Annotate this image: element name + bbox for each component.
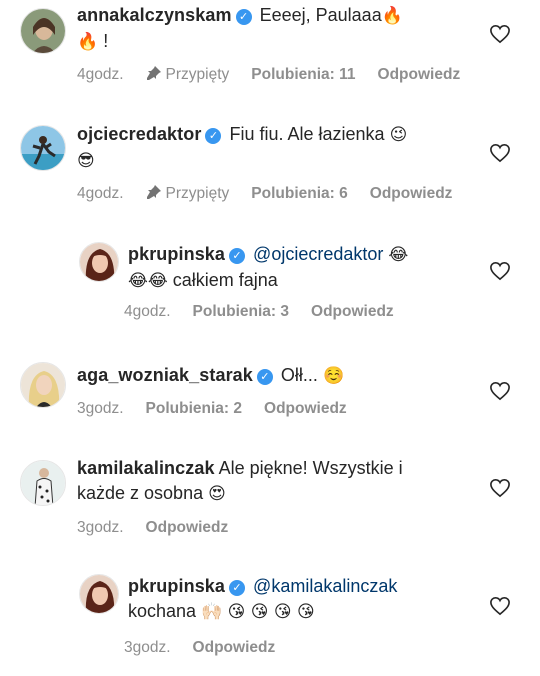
reply-button[interactable]: Odpowiedz [378, 66, 461, 84]
fire-emoji-icon: 🔥 [77, 32, 99, 52]
mention-link[interactable]: @kamilakalinczak [253, 576, 397, 596]
username[interactable]: kamilakalinczak [77, 458, 215, 478]
avatar[interactable] [20, 460, 66, 506]
comment-body: pkrupinska ✓ @kamilakalinczak kochana 🙌🏻 … [128, 574, 397, 625]
heart-icon[interactable] [489, 143, 511, 163]
comment-meta: 3godz. Polubienia: 2 Odpowiedz [77, 400, 369, 418]
comment-text-cont: każde z osobna [77, 483, 204, 503]
avatar[interactable] [20, 362, 66, 408]
comment-text: Ołł... [280, 365, 318, 385]
comment-text: całkiem fajna [172, 270, 278, 290]
verified-badge-icon: ✓ [235, 9, 252, 25]
heart-icon[interactable] [489, 24, 511, 44]
timestamp: 4godz. [77, 66, 124, 83]
comment-meta: 4godz. Przypięty Polubienia: 6 Odpowiedz [77, 184, 474, 203]
smiling-emoji-icon: ☺️ [322, 366, 345, 386]
reply-button[interactable]: Odpowiedz [264, 400, 347, 418]
pin-icon [146, 185, 161, 199]
verified-badge-icon: ✓ [205, 128, 222, 144]
reply-pkrupinska: pkrupinska ✓ @kamilakalinczak kochana 🙌🏻 … [0, 568, 540, 676]
kiss-emoji-icon: 🙌🏻 😘 😘 😘 😘 [201, 602, 315, 622]
heart-icon[interactable] [489, 261, 511, 281]
likes-count[interactable]: Polubienia: 2 [146, 400, 242, 418]
timestamp: 3godz. [124, 639, 171, 656]
username[interactable]: aga_wozniak_starak [77, 365, 253, 385]
sunglasses-emoji-icon: 😎 [77, 151, 95, 171]
comment-body: annakalczynskam ✓ Eeeej, Paulaaa🔥 🔥 ! [77, 3, 403, 55]
laughing-emoji-icon: 😂😂 [128, 271, 168, 291]
comment-text: Eeeej, Paulaaa [259, 5, 382, 25]
heart-icon[interactable] [489, 478, 511, 498]
laughing-emoji-icon: 😂 [388, 245, 409, 265]
comment-text: kochana [128, 601, 197, 621]
username[interactable]: annakalczynskam [77, 5, 232, 25]
heart-icon[interactable] [489, 381, 511, 401]
comment-meta: 3godz. Odpowiedz [124, 639, 297, 657]
verified-badge-icon: ✓ [229, 580, 246, 596]
username[interactable]: ojciecredaktor [77, 124, 201, 144]
comment-body: kamilakalinczak Ale piękne! Wszystkie i … [77, 456, 403, 507]
avatar[interactable] [20, 125, 66, 171]
comment-kamilakalinczak: kamilakalinczak Ale piękne! Wszystkie i … [0, 450, 540, 550]
comment-body: aga_wozniak_starak ✓ Ołł... ☺️ [77, 363, 344, 389]
fire-emoji-icon: 🔥 [381, 6, 403, 26]
timestamp: 4godz. [124, 303, 171, 320]
pinned-text: Przypięty [165, 185, 230, 202]
comment-meta: 4godz. Polubienia: 3 Odpowiedz [124, 303, 416, 321]
comment-body: ojciecredaktor ✓ Fiu fiu. Ale łazienka 😉 … [77, 122, 407, 174]
comment-meta: 3godz. Odpowiedz [77, 519, 250, 537]
comment-aga_wozniak_starak: aga_wozniak_starak ✓ Ołł... ☺️ 3godz. Polu… [0, 354, 540, 434]
verified-badge-icon: ✓ [256, 369, 273, 385]
reply-button[interactable]: Odpowiedz [193, 639, 276, 657]
comment-text-cont: ! [103, 31, 109, 51]
pinned-label: Przypięty [146, 65, 230, 84]
username[interactable]: pkrupinska [128, 244, 225, 264]
heart-eyes-emoji-icon: 😍 [208, 484, 226, 504]
timestamp: 4godz. [77, 185, 124, 202]
pinned-text: Przypięty [165, 66, 230, 83]
reply-button[interactable]: Odpowiedz [311, 303, 394, 321]
timestamp: 3godz. [77, 400, 124, 417]
likes-count[interactable]: Polubienia: 11 [251, 66, 355, 84]
username[interactable]: pkrupinska [128, 576, 225, 596]
likes-count[interactable]: Polubienia: 6 [251, 185, 347, 203]
timestamp: 3godz. [77, 519, 124, 536]
comment-body: pkrupinska ✓ @ojciecredaktor 😂 😂😂 całkiem… [128, 242, 408, 294]
comment-meta: 4godz. Przypięty Polubienia: 11 Odpowiedz [77, 65, 482, 84]
heart-icon[interactable] [489, 596, 511, 616]
comment-text: Ale piękne! Wszystkie i [218, 458, 403, 478]
reply-button[interactable]: Odpowiedz [146, 519, 229, 537]
pinned-label: Przypięty [146, 184, 230, 203]
pin-icon [146, 66, 161, 80]
wink-emoji-icon: 😉 [389, 125, 408, 145]
comment-annakalczynskam: annakalczynskam ✓ Eeeej, Paulaaa🔥 🔥 ! 4go… [0, 0, 540, 100]
comment-ojciecredaktor: ojciecredaktor ✓ Fiu fiu. Ale łazienka 😉 … [0, 118, 540, 218]
avatar[interactable] [20, 8, 66, 54]
verified-badge-icon: ✓ [229, 248, 246, 264]
avatar[interactable] [79, 242, 119, 282]
reply-button[interactable]: Odpowiedz [370, 185, 453, 203]
likes-count[interactable]: Polubienia: 3 [193, 303, 289, 321]
reply-pkrupinska: pkrupinska ✓ @ojciecredaktor 😂 😂😂 całkiem… [0, 236, 540, 336]
comment-text: Fiu fiu. Ale łazienka [229, 124, 385, 144]
mention-link[interactable]: @ojciecredaktor [253, 244, 383, 264]
avatar[interactable] [79, 574, 119, 614]
